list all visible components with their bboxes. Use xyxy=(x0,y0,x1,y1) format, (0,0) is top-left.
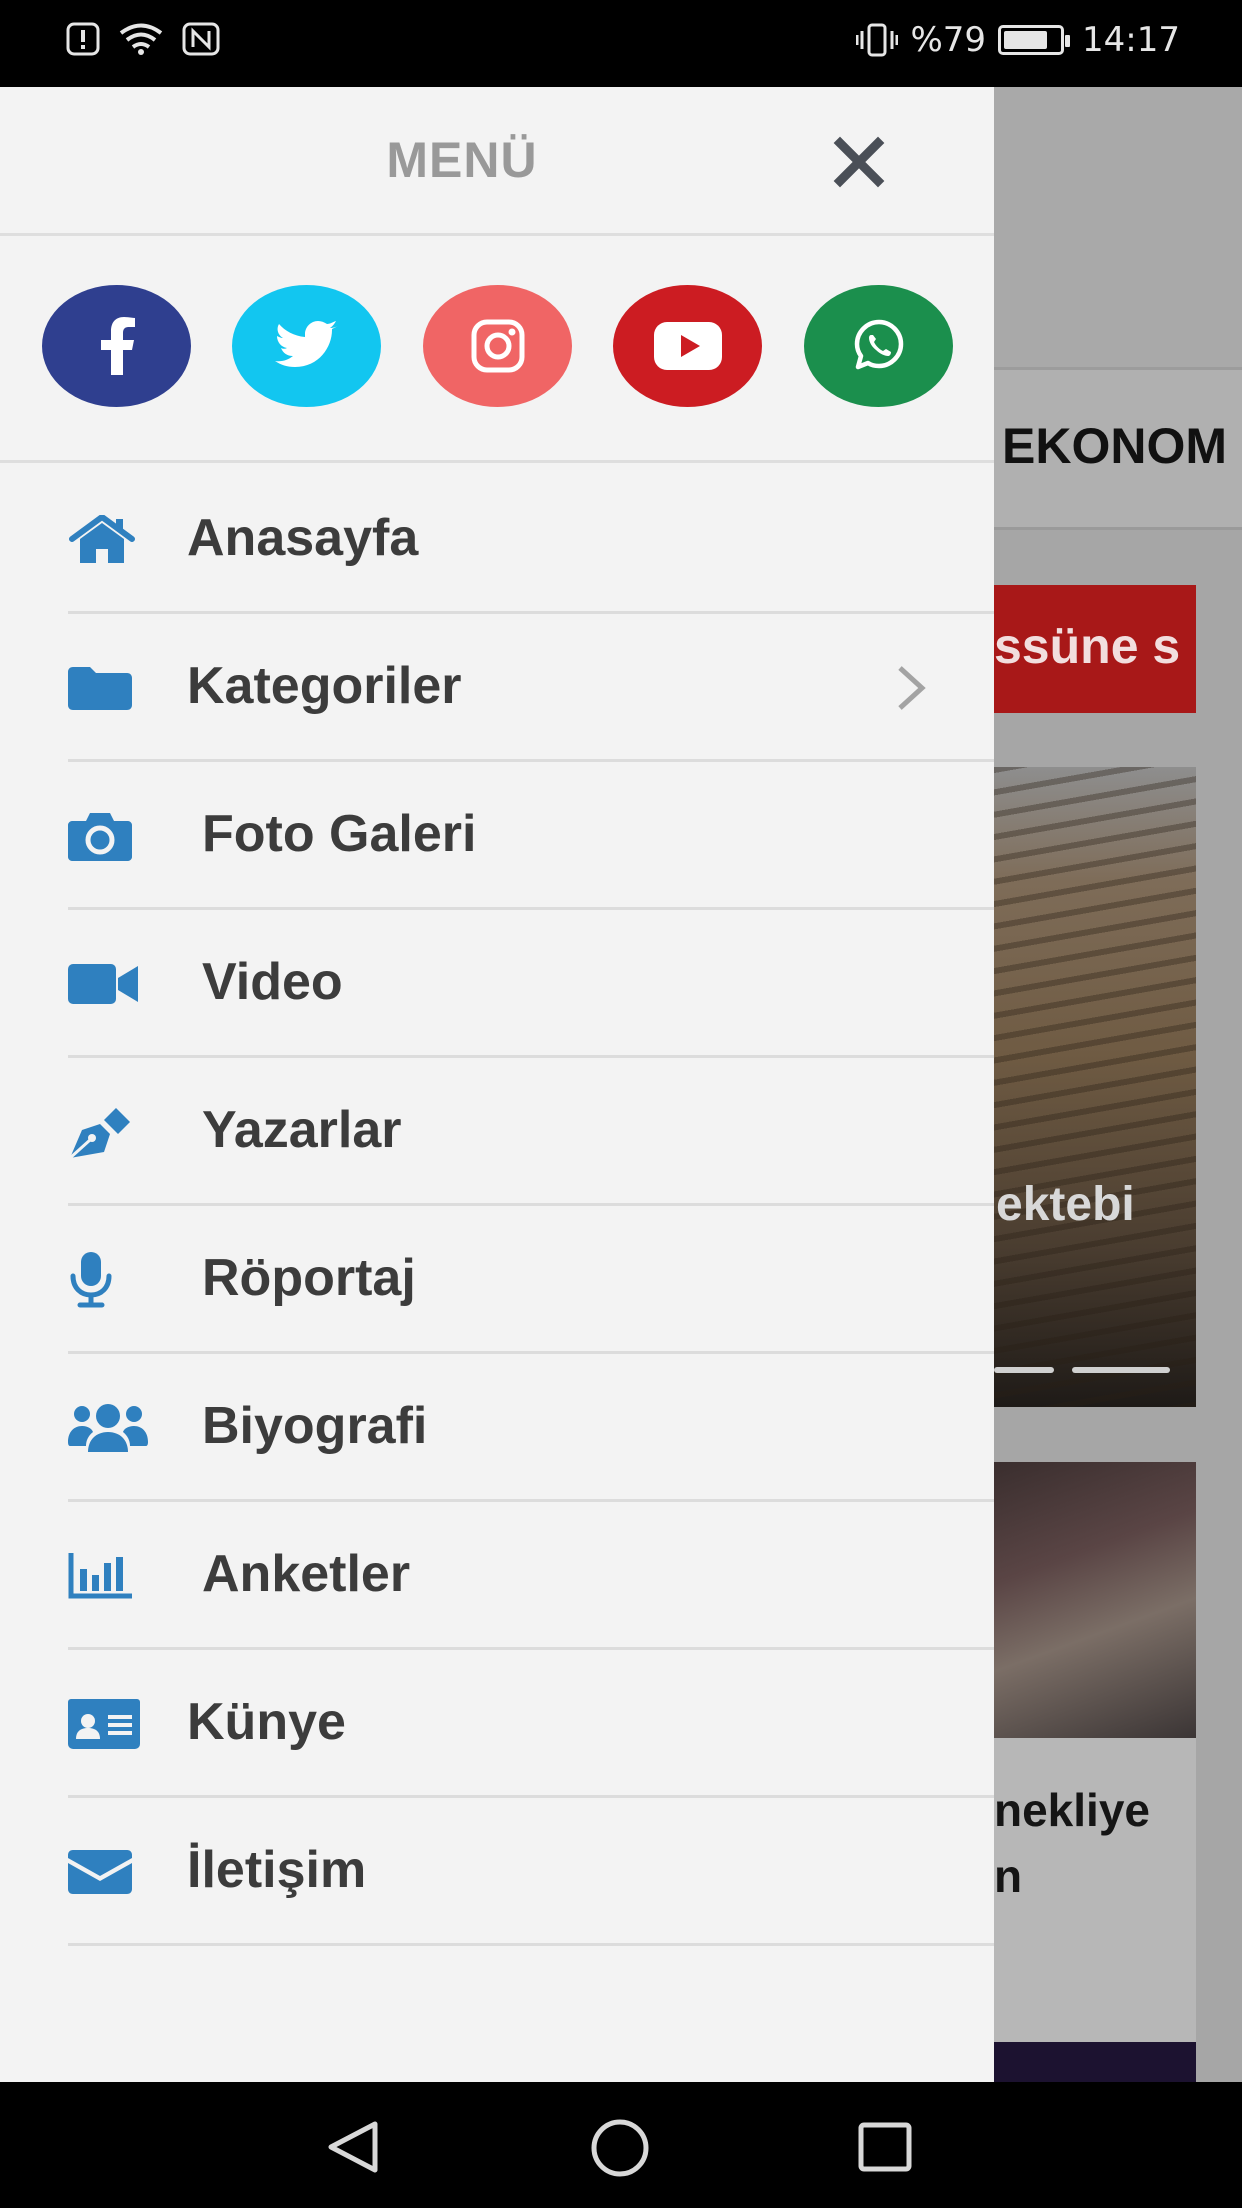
close-icon[interactable] xyxy=(830,133,888,191)
menu-label: Anketler xyxy=(202,1545,411,1603)
camera-icon xyxy=(68,813,132,861)
whatsapp-icon xyxy=(854,319,903,370)
menu-item-video[interactable]: Video xyxy=(0,910,994,1058)
menu-item-foto-galeri[interactable]: Foto Galeri xyxy=(0,762,994,910)
folder-icon xyxy=(68,667,132,710)
menu-item-iletisim[interactable]: İletişim xyxy=(0,1798,994,1946)
headline-slider-image[interactable] xyxy=(994,767,1196,1407)
menu-item-kategoriler[interactable]: Kategoriler xyxy=(0,614,994,762)
clock: 14:17 xyxy=(1082,20,1180,60)
home-icon xyxy=(69,515,135,563)
video-camera-icon xyxy=(68,964,138,1004)
drawer-header: MENÜ xyxy=(0,87,994,236)
menu-label: Biyografi xyxy=(202,1397,428,1455)
app-header xyxy=(994,87,1242,370)
category-tab[interactable]: EKONOM xyxy=(1002,417,1227,475)
next-card-edge xyxy=(994,2042,1196,2082)
envelope-icon xyxy=(68,1850,132,1894)
slider-caption: ektebi xyxy=(996,1178,1135,1231)
slider-indicator xyxy=(1072,1367,1170,1373)
menu-item-biyografi[interactable]: Biyografi xyxy=(0,1354,994,1502)
menu-item-anasayfa[interactable]: Anasayfa xyxy=(0,466,994,614)
navigation-drawer: MENÜ Anasayfa Kategoriler Foto Galeri Vi… xyxy=(0,87,994,2082)
menu-label: İletişim xyxy=(187,1841,367,1899)
menu-label: Foto Galeri xyxy=(202,805,477,863)
instagram-button[interactable] xyxy=(423,285,572,407)
microphone-icon xyxy=(70,1252,112,1308)
social-links xyxy=(0,236,994,463)
twitter-icon xyxy=(274,321,338,367)
wifi-icon xyxy=(119,23,163,55)
vibrate-icon xyxy=(856,23,899,57)
poll-chart-icon xyxy=(68,1553,132,1599)
news-card-title: nekliye n xyxy=(994,1784,1150,1902)
home-circle-icon[interactable] xyxy=(590,2118,650,2178)
menu-item-anketler[interactable]: Anketler xyxy=(0,1502,994,1650)
battery-percent: %79 xyxy=(910,20,987,60)
id-card-icon xyxy=(68,1699,140,1749)
menu-label: Kategoriler xyxy=(187,657,462,715)
users-icon xyxy=(68,1404,148,1452)
system-nav-bar xyxy=(0,2082,1242,2208)
ticker-text: ssüne s xyxy=(994,618,1181,674)
drawer-title: MENÜ xyxy=(386,132,538,188)
news-card-image[interactable] xyxy=(994,1462,1196,1738)
menu-item-roportaj[interactable]: Röportaj xyxy=(0,1206,994,1354)
alert-icon xyxy=(66,22,100,56)
recents-icon[interactable] xyxy=(858,2122,912,2172)
instagram-icon xyxy=(471,319,524,373)
battery-fill xyxy=(1004,31,1048,49)
pen-icon xyxy=(68,1108,130,1160)
slider-indicator xyxy=(994,1367,1054,1373)
facebook-icon xyxy=(100,317,135,375)
youtube-icon xyxy=(653,322,722,370)
menu-label: Video xyxy=(202,953,343,1011)
back-icon[interactable] xyxy=(325,2120,381,2174)
youtube-button[interactable] xyxy=(613,285,762,407)
twitter-button[interactable] xyxy=(232,285,381,407)
whatsapp-button[interactable] xyxy=(804,285,953,407)
menu-label: Künye xyxy=(187,1693,346,1751)
menu-label: Anasayfa xyxy=(187,509,419,567)
menu-item-kunye[interactable]: Künye xyxy=(0,1650,994,1798)
nfc-icon xyxy=(182,22,220,56)
battery-icon xyxy=(998,25,1071,55)
status-bar: %79 14:17 xyxy=(0,0,1242,87)
chevron-right-icon xyxy=(898,666,926,710)
background-app[interactable]: EKONOM ssüne s ektebi nekliye n xyxy=(994,87,1242,2082)
facebook-button[interactable] xyxy=(42,285,191,407)
menu-label: Yazarlar xyxy=(202,1101,402,1159)
menu-item-yazarlar[interactable]: Yazarlar xyxy=(0,1058,994,1206)
menu-label: Röportaj xyxy=(202,1249,416,1307)
